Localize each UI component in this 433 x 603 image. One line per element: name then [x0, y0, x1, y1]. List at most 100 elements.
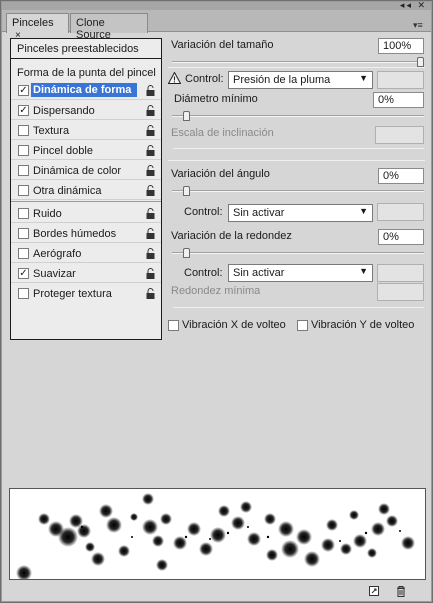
- angle-jitter-slider[interactable]: [172, 186, 424, 196]
- section-divider: [168, 67, 425, 68]
- min-roundness-slider-disabled: [173, 307, 424, 308]
- trash-icon[interactable]: [394, 584, 408, 598]
- list-item-label: Proteger textura: [33, 288, 112, 300]
- airbrush-checkbox[interactable]: [18, 248, 29, 259]
- lock-icon[interactable]: [145, 124, 156, 137]
- lock-icon[interactable]: [145, 84, 156, 97]
- roundness-control-label: Control:: [184, 267, 223, 279]
- lock-icon[interactable]: [145, 267, 156, 280]
- list-divider: [11, 201, 161, 203]
- chevron-down-icon: ▼: [359, 266, 368, 276]
- lock-icon[interactable]: [145, 104, 156, 117]
- slider-knob[interactable]: [183, 248, 190, 258]
- slider-track: [172, 61, 424, 63]
- chevron-down-icon: ▼: [359, 206, 368, 216]
- min-diameter-label: Diámetro mínimo: [174, 93, 258, 105]
- list-item-label: Textura: [33, 125, 70, 137]
- brushes-panel: ◂◂ ✕ Pinceles × Clone Source ▾≡ Pinceles…: [1, 0, 432, 602]
- angle-fade-input: [377, 203, 424, 221]
- chevron-down-icon: ▼: [359, 73, 368, 83]
- lock-icon[interactable]: [145, 164, 156, 177]
- dual-brush-checkbox[interactable]: [18, 145, 29, 156]
- list-item-shape-dynamics[interactable]: ✓ Dinámica de forma: [11, 82, 161, 100]
- slider-knob[interactable]: [417, 57, 424, 67]
- tab-pinceles[interactable]: Pinceles ×: [6, 13, 69, 41]
- tab-strip: Pinceles × Clone Source ▾≡: [2, 10, 431, 41]
- slider-track: [172, 252, 424, 254]
- select-value: Sin activar: [233, 267, 285, 279]
- list-item-label: Dinámica de color: [33, 165, 122, 177]
- size-jitter-slider[interactable]: [172, 57, 424, 67]
- brush-stroke-preview-graphic: [16, 493, 415, 579]
- roundness-jitter-input[interactable]: 0%: [378, 229, 424, 245]
- list-item-smoothing[interactable]: ✓ Suavizar: [11, 265, 161, 283]
- new-brush-icon[interactable]: [367, 584, 381, 598]
- tab-clone-source[interactable]: Clone Source: [70, 13, 148, 41]
- list-item-label: Dinámica de forma: [31, 83, 137, 97]
- list-item-wet-edges[interactable]: Bordes húmedos: [11, 225, 161, 243]
- tab-pinceles-label: Pinceles: [12, 17, 54, 29]
- angle-control-select[interactable]: Sin activar ▼: [228, 204, 373, 222]
- warning-glyph: !: [173, 76, 176, 85]
- lock-icon[interactable]: [145, 247, 156, 260]
- section-divider: [168, 160, 425, 161]
- presets-button[interactable]: Pinceles preestablecidos: [11, 39, 161, 59]
- lock-icon[interactable]: [145, 227, 156, 240]
- size-control-select[interactable]: Presión de la pluma ▼: [228, 71, 373, 89]
- smoothing-checkbox[interactable]: ✓: [18, 268, 29, 279]
- list-item-label: Bordes húmedos: [33, 228, 117, 240]
- list-item-label: Aerógrafo: [33, 248, 82, 260]
- color-dynamics-checkbox[interactable]: [18, 165, 29, 176]
- protect-texture-checkbox[interactable]: [18, 288, 29, 299]
- brush-stroke-preview: [9, 488, 426, 580]
- min-diameter-input[interactable]: 0%: [373, 92, 424, 108]
- min-diameter-slider[interactable]: [172, 111, 424, 121]
- list-item-color-dynamics[interactable]: Dinámica de color: [11, 162, 161, 180]
- shape-dynamics-checkbox[interactable]: ✓: [18, 85, 29, 96]
- brush-tip-shape-item[interactable]: Forma de la punta del pincel: [17, 67, 156, 79]
- tilt-scale-label: Escala de inclinación: [171, 127, 274, 139]
- roundness-jitter-slider[interactable]: [172, 248, 424, 258]
- select-value: Sin activar: [233, 207, 285, 219]
- other-dynamics-checkbox[interactable]: [18, 185, 29, 196]
- scattering-checkbox[interactable]: ✓: [18, 105, 29, 116]
- list-item-texture[interactable]: Textura: [11, 122, 161, 140]
- lock-icon[interactable]: [145, 207, 156, 220]
- lock-icon[interactable]: [145, 144, 156, 157]
- list-item-airbrush[interactable]: Aerógrafo: [11, 245, 161, 263]
- list-item-other-dynamics[interactable]: Otra dinámica: [11, 182, 161, 200]
- flip-y-checkbox[interactable]: [297, 320, 308, 331]
- flip-x-checkbox[interactable]: [168, 320, 179, 331]
- texture-checkbox[interactable]: [18, 125, 29, 136]
- slider-track: [172, 190, 424, 192]
- panel-menu-icon[interactable]: ▾≡: [413, 20, 427, 30]
- angle-jitter-input[interactable]: 0%: [378, 168, 424, 184]
- roundness-fade-input: [377, 264, 424, 282]
- warning-icon: !: [168, 72, 181, 84]
- wet-edges-checkbox[interactable]: [18, 228, 29, 239]
- list-item-protect-texture[interactable]: Proteger textura: [11, 285, 161, 303]
- fade-steps-input: [377, 71, 424, 89]
- panel-title-bar[interactable]: ◂◂ ✕: [2, 0, 431, 10]
- slider-knob[interactable]: [183, 111, 190, 121]
- list-item-dual-brush[interactable]: Pincel doble: [11, 142, 161, 160]
- list-item-scattering[interactable]: ✓ Dispersando: [11, 102, 161, 120]
- slider-knob[interactable]: [183, 186, 190, 196]
- size-jitter-input[interactable]: 100%: [378, 38, 424, 54]
- list-item-label: Ruido: [33, 208, 62, 220]
- list-item-noise[interactable]: Ruido: [11, 205, 161, 223]
- lock-icon[interactable]: [145, 184, 156, 197]
- list-item-label: Suavizar: [33, 268, 76, 280]
- roundness-control-select[interactable]: Sin activar ▼: [228, 264, 373, 282]
- slider-track: [172, 115, 424, 117]
- angle-jitter-label: Variación del ángulo: [171, 168, 270, 180]
- bottom-toolbar: [2, 582, 431, 602]
- size-control-label: Control:: [185, 73, 224, 85]
- select-value: Presión de la pluma: [233, 74, 331, 86]
- min-roundness-label: Redondez mínima: [171, 285, 261, 297]
- size-jitter-label: Variación del tamaño: [171, 39, 274, 51]
- brush-options-list: Pinceles preestablecidos Forma de la pun…: [10, 38, 162, 340]
- lock-icon[interactable]: [145, 287, 156, 300]
- tilt-scale-input: [375, 126, 424, 144]
- noise-checkbox[interactable]: [18, 208, 29, 219]
